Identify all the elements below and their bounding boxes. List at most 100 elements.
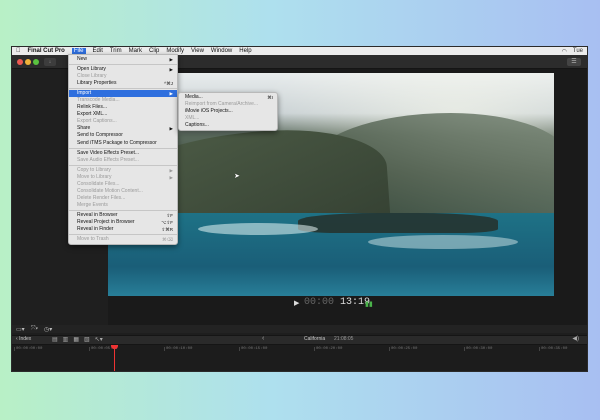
timecode-display: 00:00 13:19 (304, 297, 370, 308)
menu-item-label: Close Library (77, 73, 107, 80)
file_menu-item-import[interactable]: Import ▶ (69, 90, 177, 98)
menu-shortcut: ⌘⌫ (162, 237, 173, 243)
menu-item-label: Import (77, 90, 92, 97)
menu-separator (69, 64, 177, 66)
menu-item-label: Reveal in Finder (77, 226, 114, 233)
file_menu-item-open-library[interactable]: Open Library ▶ (69, 66, 177, 73)
file_menu-item-consolidate-files: Consolidate Files... (69, 181, 177, 188)
menu-item-label: Reveal Project in Browser (77, 218, 135, 225)
apple-icon[interactable]:  (16, 48, 21, 54)
file_menu-item-save-video-effects-preset[interactable]: Save Video Effects Preset... (69, 150, 177, 157)
ruler-tick: 00:00:35:00 (539, 347, 568, 351)
menu-item-label: Export Captions... (77, 118, 117, 125)
inspector-toggle-icon[interactable]: ☰ (567, 58, 581, 66)
zoom-icon[interactable] (33, 59, 39, 65)
file_menu-item-reveal-in-browser[interactable]: Reveal in Browser ⇧F (69, 212, 177, 219)
menu-item-label: Delete Render Files... (77, 194, 126, 201)
connect-icon[interactable]: ▤ (52, 336, 58, 343)
volume-icon[interactable]: ◀) (572, 335, 579, 342)
file_menu-item-export-xml[interactable]: Export XML... (69, 111, 177, 118)
import-submenu: Media... ⌘I Reimport from Camera/Archive..… (178, 92, 278, 132)
ruler-tick: 00:00:20:00 (314, 347, 343, 351)
menu-item-label: Media... (185, 94, 203, 100)
transform-icon[interactable]: ⤧▾ (31, 326, 38, 333)
menu-item-label: Move to Library (77, 173, 112, 180)
menu-shortcut: ^⌘J (164, 81, 173, 87)
menu-separator (69, 88, 177, 90)
minimize-icon[interactable] (25, 59, 31, 65)
menu-shortcut: ⇧⌘R (161, 227, 173, 233)
menu-window[interactable]: Window (211, 48, 232, 54)
menu-item-label: New (77, 56, 88, 62)
file_menu-item-copy-to-library: Copy to Library ▶ (69, 167, 177, 174)
file_menu-item-share[interactable]: Share ▶ (69, 125, 177, 132)
menu-item-label: Merge Events (77, 201, 108, 208)
timeline-toolbar (12, 325, 587, 333)
menu-shortcut: ⇧F (166, 212, 173, 218)
menu-item-label: XML... (185, 115, 200, 122)
file_menu-item-close-library: Close Library (69, 73, 177, 80)
timeline-ruler[interactable]: 00:00:00:00 00:00:05:00 00:00:10:00 00:0… (12, 345, 587, 371)
import_submenu-item-reimport-from-camera-archive: Reimport from Camera/Archive... (179, 101, 277, 108)
speed-icon[interactable]: ◷▾ (44, 326, 52, 333)
file_menu-item-reveal-project-in-browser[interactable]: Reveal Project in Browser ⌥⇧F (69, 219, 177, 226)
play-icon[interactable]: ▶ (294, 299, 299, 307)
index-label: Index (19, 336, 32, 342)
file_menu-item-library-properties[interactable]: Library Properties ^⌘J (69, 80, 177, 87)
file_menu-item-new[interactable]: New ▶ (69, 56, 177, 63)
menu-separator (69, 234, 177, 236)
timeline-tools: ▭▾ ⤧▾ ◷▾ (16, 326, 52, 333)
file_menu-item-reveal-in-finder[interactable]: Reveal in Finder ⇧⌘R (69, 226, 177, 233)
app-window:  Final Cut Pro File Edit Trim Mark Clip… (11, 46, 588, 372)
project-duration: 21:08:05 (334, 336, 354, 342)
submenu-arrow-icon: ▶ (169, 91, 173, 97)
playhead[interactable] (114, 345, 115, 371)
menubar-status: ◠ Tue (562, 48, 587, 55)
wifi-icon[interactable]: ◠ (562, 48, 567, 55)
menu-shortcut: ⌘I (267, 95, 273, 100)
back-arrow-icon[interactable]: ‹ (262, 335, 264, 342)
append-icon[interactable]: ▦ (73, 336, 79, 343)
file_menu-item-move-to-library: Move to Library ▶ (69, 174, 177, 181)
menu-item-label: Send to Compressor (77, 132, 123, 139)
menu-separator (69, 147, 177, 149)
file_menu-item-merge-events: Merge Events (69, 202, 177, 209)
file_menu-item-relink-files[interactable]: Relink Files... (69, 104, 177, 111)
audio-meter-icon[interactable]: ▮▮ (365, 300, 373, 308)
overwrite-icon[interactable]: ▧ (84, 336, 90, 343)
import_submenu-item-media[interactable]: Media... ⌘I (179, 94, 277, 101)
project-name: California (304, 336, 326, 342)
menu-item-label: Reimport from Camera/Archive... (185, 101, 259, 108)
insert-icon[interactable]: ▥ (63, 336, 69, 343)
menu-item-label: Save Video Effects Preset... (77, 149, 140, 156)
menu-view[interactable]: View (191, 48, 204, 54)
file_menu-item-export-captions: Export Captions... (69, 118, 177, 125)
file_menu-item-send-itms-package-to-compressor[interactable]: Send iTMS Package to Compressor (69, 140, 177, 147)
clip-appearance-icon[interactable]: ▭▾ (16, 326, 25, 333)
import-icon[interactable]: ↓ (44, 58, 56, 66)
menu-item-label: Relink Files... (77, 104, 108, 111)
file_menu-item-send-to-compressor[interactable]: Send to Compressor (69, 132, 177, 139)
index-button[interactable]: ‹ Index (16, 336, 31, 342)
submenu-arrow-icon: ▶ (169, 67, 173, 73)
timecode-dim: 00:00 (304, 297, 335, 308)
clock-text[interactable]: Tue (573, 48, 583, 55)
menu-item-label: Save Audio Effects Preset... (77, 156, 139, 163)
ruler-tick: 00:00:00:00 (14, 347, 43, 351)
file_menu-item-save-audio-effects-preset: Save Audio Effects Preset... (69, 157, 177, 164)
import_submenu-item-captions[interactable]: Captions... (179, 122, 277, 129)
select-tool-icon[interactable]: ↖▾ (95, 336, 103, 343)
submenu-arrow-icon: ▶ (169, 57, 173, 62)
submenu-arrow-icon: ▶ (169, 174, 173, 180)
mouse-cursor-icon: ➤ (234, 173, 240, 180)
menu-app-name[interactable]: Final Cut Pro (28, 48, 65, 54)
menu-item-label: Consolidate Motion Content... (77, 187, 143, 194)
menu-separator (69, 164, 177, 166)
close-icon[interactable] (17, 59, 23, 65)
ruler-tick: 00:00:25:00 (389, 347, 418, 351)
video-foam (368, 235, 518, 249)
menu-help[interactable]: Help (239, 48, 251, 54)
menu-item-label: Captions... (185, 122, 209, 129)
import_submenu-item-imovie-ios-projects[interactable]: iMovie iOS Projects... (179, 108, 277, 115)
submenu-arrow-icon: ▶ (169, 167, 173, 173)
